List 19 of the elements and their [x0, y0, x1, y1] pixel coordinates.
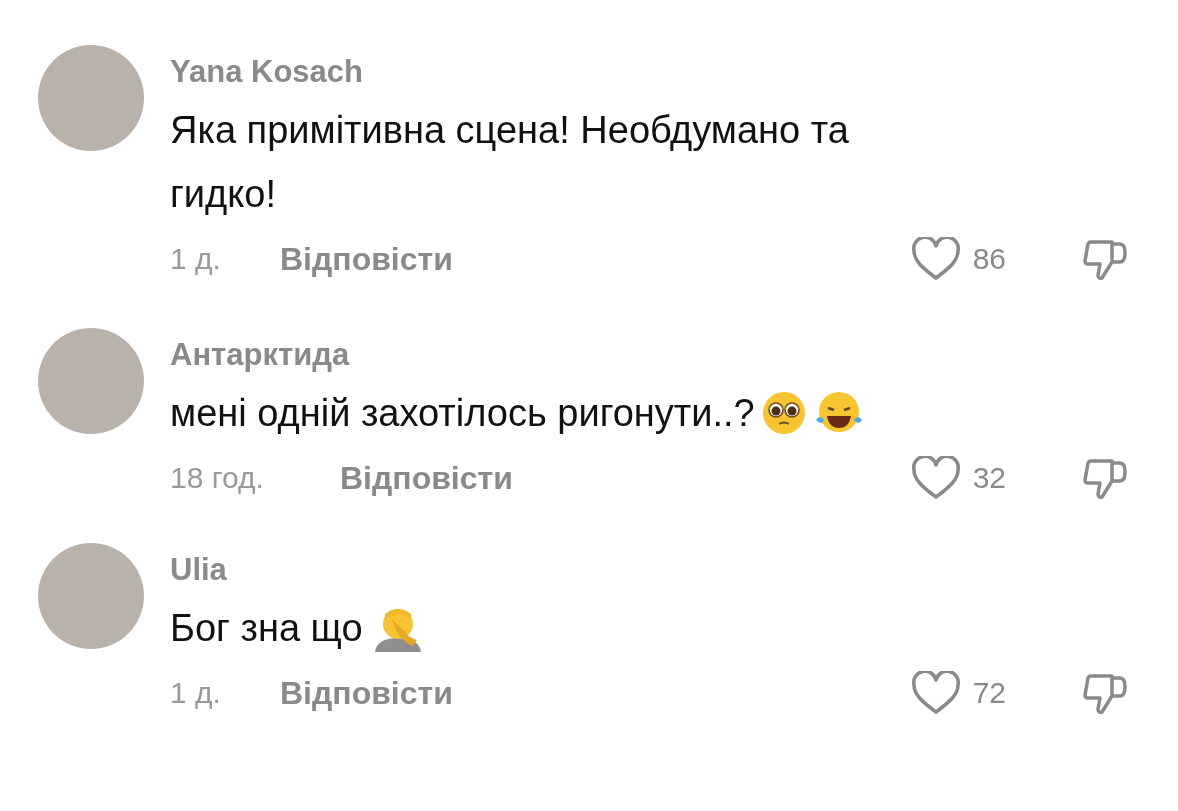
like-button[interactable]: 32 — [910, 456, 1006, 500]
like-count: 86 — [972, 242, 1006, 276]
username[interactable]: Ulia — [170, 550, 1170, 590]
like-count: 72 — [972, 676, 1006, 710]
timestamp: 1 д. — [170, 676, 222, 710]
reply-link[interactable]: Відповісти — [280, 240, 453, 278]
timestamp: 18 год. — [170, 461, 265, 495]
username[interactable]: Антарктида — [170, 335, 1170, 375]
like-button[interactable]: 86 — [910, 237, 1006, 281]
comment-text: Бог зна що — [170, 606, 363, 651]
comment-text: мені одній захотілось ригонути..? — [170, 391, 755, 436]
like-button[interactable]: 72 — [910, 671, 1006, 715]
username[interactable]: Yana Kosach — [170, 52, 1170, 92]
reply-link[interactable]: Відповісти — [280, 674, 453, 712]
comment-text: Яка примітивна сцена! Необдумано та гидко! — [170, 108, 850, 217]
timestamp: 1 д. — [170, 242, 222, 276]
pleading-face-icon — [760, 390, 807, 436]
reply-link[interactable]: Відповісти — [340, 459, 513, 497]
like-count: 32 — [972, 461, 1006, 495]
